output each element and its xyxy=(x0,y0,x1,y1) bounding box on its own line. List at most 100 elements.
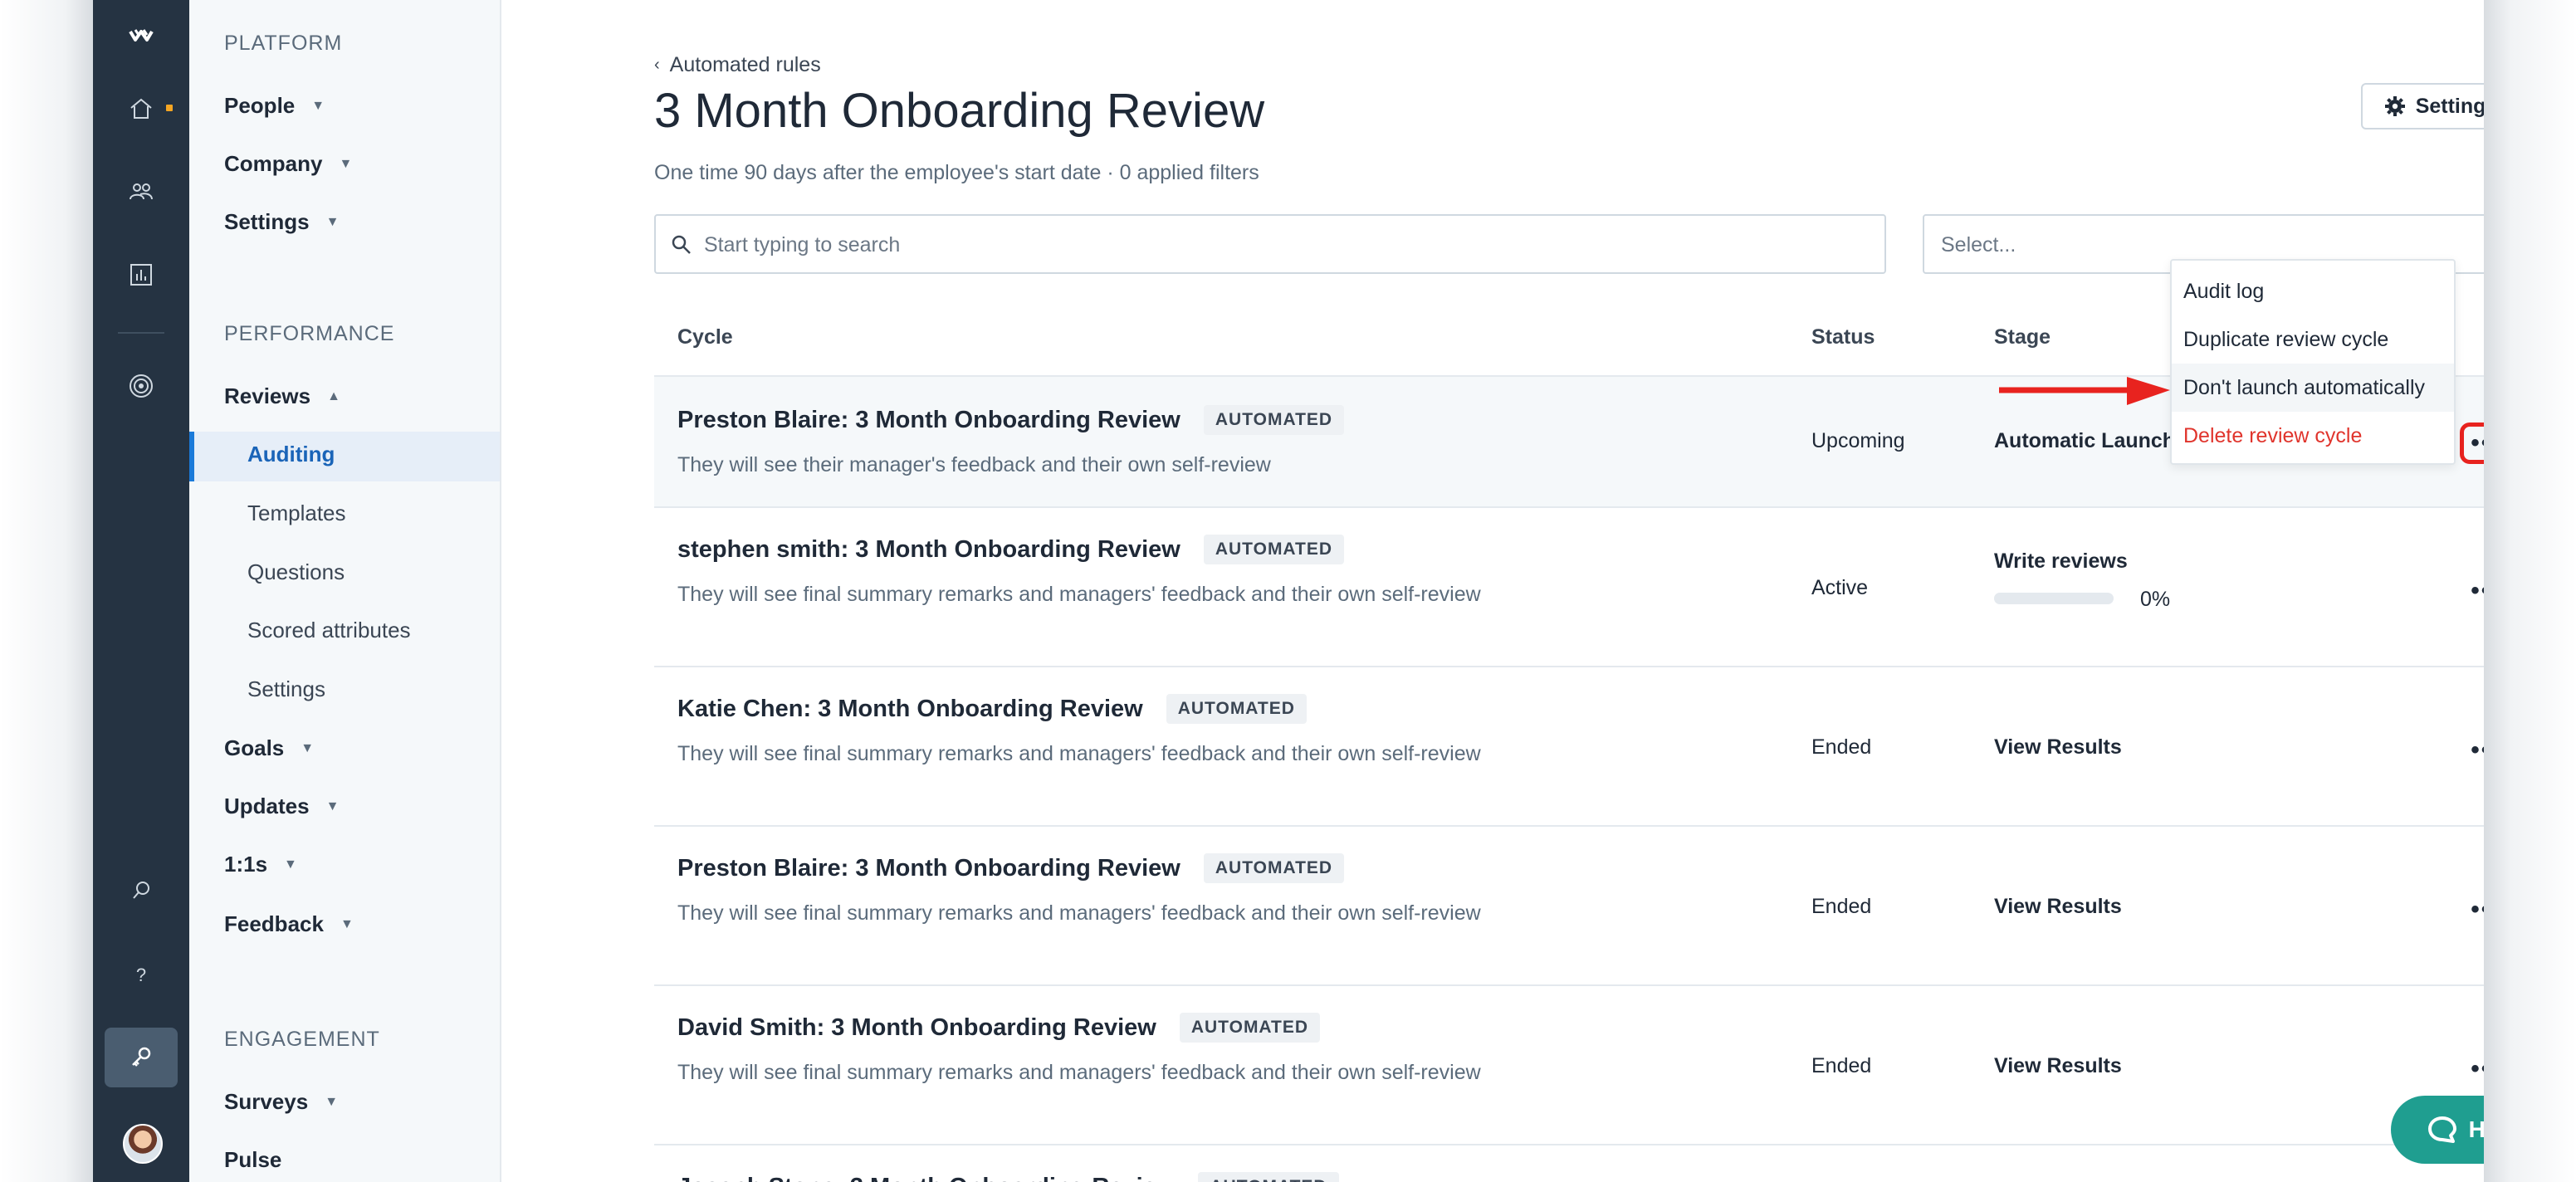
icon-rail: ? xyxy=(93,0,189,1182)
nav-sub-settings[interactable]: Settings xyxy=(247,676,325,702)
nav-item-company[interactable]: Company ▼ xyxy=(224,151,352,177)
stage-text[interactable]: Write reviews xyxy=(1994,549,2128,574)
automated-badge: AUTOMATED xyxy=(1203,405,1345,435)
caret-down-icon: ▼ xyxy=(325,1094,339,1109)
analytics-icon[interactable] xyxy=(93,246,189,304)
cycle-description: They will see final summary remarks and … xyxy=(677,583,1481,606)
search-icon[interactable] xyxy=(93,862,189,920)
cycle-title[interactable]: stephen smith: 3 Month Onboarding Review… xyxy=(677,535,1345,564)
cycle-description: They will see final summary remarks and … xyxy=(677,742,1481,765)
caret-down-icon: ▼ xyxy=(325,214,340,229)
nav-item-label: Reviews xyxy=(224,383,311,408)
caret-down-icon: ▼ xyxy=(340,916,354,931)
status-text: Ended xyxy=(1811,735,1872,759)
admin-key-icon[interactable] xyxy=(93,1028,189,1087)
cycle-title[interactable]: Joseph Stone: 3 Month Onboarding Review A… xyxy=(677,1172,1339,1182)
nav-item-label: 1:1s xyxy=(224,852,268,877)
more-options-button[interactable]: ••• xyxy=(2466,1053,2484,1086)
view-results-link[interactable]: View Results xyxy=(1994,735,2122,760)
nav-item-settings[interactable]: Settings ▼ xyxy=(224,209,339,235)
nav-sub-scored-attributes[interactable]: Scored attributes xyxy=(247,618,411,643)
breadcrumb[interactable]: ‹ Automated rules xyxy=(654,53,821,77)
search-field[interactable] xyxy=(654,214,1886,274)
rail-divider xyxy=(118,332,164,334)
svg-text:?: ? xyxy=(136,965,146,985)
status-text: Ended xyxy=(1811,1054,1872,1077)
nav-item-pulse[interactable]: Pulse xyxy=(224,1147,281,1173)
nav-item-goals[interactable]: Goals ▼ xyxy=(224,735,314,761)
app-window: ? PLATFORM People ▼ Company ▼ Settings ▼ PE… xyxy=(93,0,2484,1182)
cycle-title[interactable]: Katie Chen: 3 Month Onboarding Review AUT… xyxy=(677,694,1307,724)
cycle-title-text: Joseph Stone: 3 Month Onboarding Review xyxy=(677,1174,1175,1182)
table-row[interactable]: Joseph Stone: 3 Month Onboarding Review A… xyxy=(654,1144,2484,1182)
home-icon[interactable] xyxy=(93,80,189,138)
table-row[interactable]: David Smith: 3 Month Onboarding Review AU… xyxy=(654,984,2484,1144)
nav-item-label: Updates xyxy=(224,794,310,818)
select-value: Select... xyxy=(1941,233,2016,256)
automated-badge: AUTOMATED xyxy=(1203,535,1345,564)
caret-down-icon: ▼ xyxy=(339,156,353,171)
nav-section-engagement: ENGAGEMENT xyxy=(224,1028,380,1051)
cycle-title[interactable]: Preston Blaire: 3 Month Onboarding Revie… xyxy=(677,405,1345,435)
caret-down-icon: ▼ xyxy=(325,799,340,813)
menu-item-duplicate[interactable]: Duplicate review cycle xyxy=(2172,315,2454,364)
nav-item-label: Feedback xyxy=(224,911,324,936)
status-text: Upcoming xyxy=(1811,429,1905,452)
nav-item-one-on-ones[interactable]: 1:1s ▼ xyxy=(224,852,297,877)
row-actions-menu: Audit log Duplicate review cycle Don't l… xyxy=(2170,259,2456,465)
avatar[interactable] xyxy=(123,1124,163,1164)
column-header-cycle: Cycle xyxy=(677,325,733,349)
nav-item-reviews[interactable]: Reviews ▲ xyxy=(224,383,340,409)
caret-down-icon: ▼ xyxy=(284,857,297,872)
status-text: Active xyxy=(1811,576,1869,599)
more-options-button[interactable]: ••• xyxy=(2466,574,2484,608)
nav-sub-auditing[interactable]: Auditing xyxy=(247,442,335,467)
people-icon[interactable] xyxy=(93,163,189,221)
more-options-button[interactable]: ••• xyxy=(2466,893,2484,926)
help-icon[interactable]: ? xyxy=(93,946,189,1004)
table-row[interactable]: Preston Blaire: 3 Month Onboarding Revie… xyxy=(654,825,2484,984)
nav-sidebar: PLATFORM People ▼ Company ▼ Settings ▼ PERF… xyxy=(189,0,501,1182)
nav-item-label: Company xyxy=(224,151,323,176)
table-row[interactable]: Katie Chen: 3 Month Onboarding Review AUT… xyxy=(654,666,2484,825)
help-button[interactable]: Help xyxy=(2391,1096,2484,1164)
view-results-link[interactable]: View Results xyxy=(1994,895,2122,919)
page-title: 3 Month Onboarding Review xyxy=(654,84,1265,138)
nav-section-performance: PERFORMANCE xyxy=(224,322,395,345)
search-input[interactable] xyxy=(702,216,1868,274)
logo-icon[interactable] xyxy=(93,7,189,65)
cycle-description: They will see final summary remarks and … xyxy=(677,901,1481,925)
nav-section-platform: PLATFORM xyxy=(224,32,343,55)
window-shadow-left xyxy=(0,0,93,1182)
nav-item-label: Pulse xyxy=(224,1147,282,1172)
more-options-button[interactable]: ••• xyxy=(2466,734,2484,767)
menu-item-delete[interactable]: Delete review cycle xyxy=(2172,412,2454,460)
active-nav-highlight xyxy=(189,432,500,481)
automated-badge: AUTOMATED xyxy=(1198,1172,1339,1182)
more-options-button[interactable]: ••• xyxy=(2466,427,2484,460)
nav-item-people[interactable]: People ▼ xyxy=(224,93,325,119)
nav-sub-questions[interactable]: Questions xyxy=(247,559,345,585)
settings-button[interactable]: Settings xyxy=(2361,83,2484,129)
cycle-title-text: stephen smith: 3 Month Onboarding Review xyxy=(677,535,1180,563)
column-header-stage: Stage xyxy=(1994,325,2051,349)
automated-badge: AUTOMATED xyxy=(1179,1013,1321,1043)
nav-item-feedback[interactable]: Feedback ▼ xyxy=(224,911,354,937)
search-icon xyxy=(672,235,691,254)
menu-item-audit-log[interactable]: Audit log xyxy=(2172,267,2454,315)
target-icon[interactable] xyxy=(93,357,189,415)
cycle-title[interactable]: Preston Blaire: 3 Month Onboarding Revie… xyxy=(677,853,1345,883)
view-results-link[interactable]: View Results xyxy=(1994,1054,2122,1078)
annotation-arrow-icon xyxy=(1999,377,2170,405)
nav-item-updates[interactable]: Updates ▼ xyxy=(224,794,339,819)
caret-down-icon: ▼ xyxy=(301,740,315,755)
progress-bar xyxy=(1994,593,2114,604)
nav-item-surveys[interactable]: Surveys ▼ xyxy=(224,1089,338,1115)
menu-item-dont-launch[interactable]: Don't launch automatically xyxy=(2172,364,2454,412)
nav-sub-templates[interactable]: Templates xyxy=(247,501,346,526)
cycle-title-text: Katie Chen: 3 Month Onboarding Review xyxy=(677,695,1143,722)
table-row[interactable]: stephen smith: 3 Month Onboarding Review… xyxy=(654,506,2484,666)
notification-dot xyxy=(166,105,173,111)
cycle-description: They will see final summary remarks and … xyxy=(677,1061,1481,1084)
cycle-title[interactable]: David Smith: 3 Month Onboarding Review AU… xyxy=(677,1013,1321,1043)
